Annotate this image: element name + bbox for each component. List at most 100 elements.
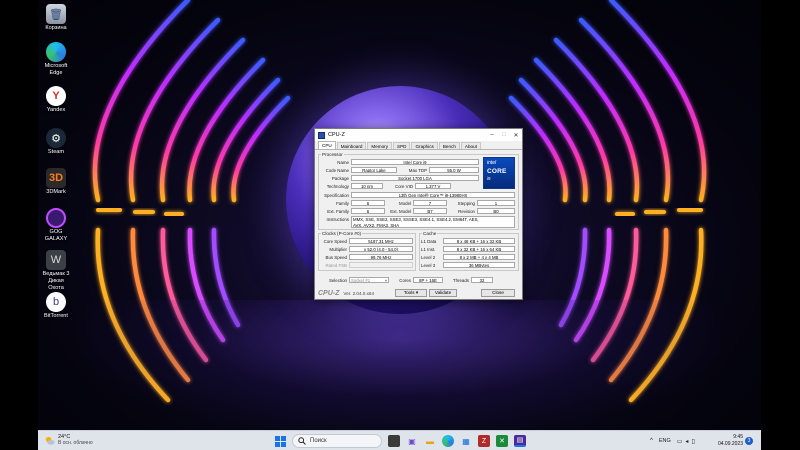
desktop-icon-label: GOG GALAXY xyxy=(44,229,68,242)
desktop-icon-label: Steam xyxy=(47,149,65,155)
start-button[interactable] xyxy=(274,435,286,447)
instructions-label: Instructions xyxy=(326,217,349,222)
clocks-legend: Clocks (P-Core #0) xyxy=(322,231,362,236)
cpuz-app-icon xyxy=(318,131,325,139)
notification-badge[interactable]: 3 xyxy=(745,437,753,445)
weather-desc: В осн. облачно xyxy=(58,440,93,446)
desktop-icon-bittorrent[interactable]: b BitTorrent xyxy=(40,292,72,320)
desktop-icon-witcher[interactable]: W Ведьмак 3 Дикая Охота xyxy=(40,250,72,292)
witcher-icon: W xyxy=(46,250,66,270)
desktop-icon-label: Yandex xyxy=(46,107,66,113)
name-value: Intel Core i9 xyxy=(351,159,479,165)
desktop-icon-steam[interactable]: ⚙ Steam xyxy=(40,128,72,156)
steam-icon: ⚙ xyxy=(46,128,66,148)
revision-value: B0 xyxy=(477,208,515,214)
cpuz-titlebar[interactable]: CPU-Z – □ ✕ xyxy=(315,129,522,141)
taskbar-search[interactable]: Поиск xyxy=(292,434,382,448)
spec-label: Specification xyxy=(324,193,349,198)
desktop-icon-label: Ведьмак 3 Дикая Охота xyxy=(42,271,70,291)
cpuz-footer: CPU-Z Ver. 2.04.0.x64 Tools ▾ Validate C… xyxy=(315,287,522,299)
cores-value: 8P + 16E xyxy=(413,277,443,283)
threads-value: 32 xyxy=(471,277,493,283)
system-tray: ^ ENG ▭ ◂ ▯ xyxy=(650,431,695,450)
desktop-icon-label: BitTorrent xyxy=(44,313,68,319)
tab-memory[interactable]: Memory xyxy=(367,142,393,149)
volume-icon[interactable]: ◂ xyxy=(685,438,688,445)
technology-label: Technology xyxy=(326,184,349,189)
busspeed-label: Bus Speed xyxy=(325,255,347,260)
store-icon[interactable]: ▦ xyxy=(460,435,472,447)
instructions-value: MMX, SSE, SSE2, SSE3, SSSE3, SSE4.1, SSE… xyxy=(351,216,515,228)
desktop-icon-3dmark[interactable]: 3D 3DMark xyxy=(40,168,72,196)
maxtdp-value: 55.0 W xyxy=(429,167,479,173)
tab-spd[interactable]: SPD xyxy=(393,142,411,149)
close-icon[interactable]: ✕ xyxy=(510,132,522,139)
technology-value: 10 nm xyxy=(351,183,383,189)
intel-core-i9-badge: intel CORE i9 xyxy=(483,157,515,189)
validate-button[interactable]: Validate xyxy=(429,289,457,297)
stepping-label: Stepping xyxy=(457,201,475,206)
task-view-icon[interactable] xyxy=(388,435,400,447)
badge-brand: intel xyxy=(487,160,497,166)
level3-value: 36 MBytes xyxy=(443,262,515,268)
extmodel-label: Ext. Model xyxy=(390,209,411,214)
cpuz-running-icon[interactable]: ▤ xyxy=(514,435,526,447)
tab-graphics[interactable]: Graphics xyxy=(411,142,438,149)
chat-icon[interactable]: ▣ xyxy=(406,435,418,447)
tab-about[interactable]: About xyxy=(460,142,481,149)
family-label: Family xyxy=(336,201,349,206)
stepping-value: 1 xyxy=(477,200,515,206)
selection-dropdown[interactable]: Socket #1 ▾ xyxy=(349,277,389,283)
selection-value: Socket #1 xyxy=(351,278,371,283)
desktop-icon-label: Корзина xyxy=(45,25,67,31)
language-indicator[interactable]: ENG xyxy=(659,438,671,444)
desktop-icon-edge[interactable]: Microsoft Edge xyxy=(40,42,72,77)
tab-bench[interactable]: Bench xyxy=(438,142,460,149)
codename-value: Raptor Lake xyxy=(351,167,397,173)
desktop-icon-gog-galaxy[interactable]: GOG GALAXY xyxy=(40,208,72,243)
level3-label: Level 3 xyxy=(421,263,436,268)
battery-icon[interactable]: ▯ xyxy=(691,438,694,445)
chevron-down-icon: ▾ xyxy=(415,290,419,295)
partly-cloudy-icon xyxy=(45,436,55,445)
level2-value: 8 x 2 MB + 4 x 4 MB xyxy=(443,254,515,260)
cpuz-tabs: CPU Mainboard Memory SPD Graphics Bench … xyxy=(315,141,522,150)
tab-cpu[interactable]: CPU xyxy=(318,141,336,149)
edge-taskbar-icon[interactable] xyxy=(442,435,454,447)
l1data-value: 8 x 48 KB + 16 x 32 KB xyxy=(443,238,515,244)
chevron-up-icon[interactable]: ^ xyxy=(650,438,653,444)
l1inst-label: L1 Inst. xyxy=(421,247,436,252)
l1data-label: L1 Data xyxy=(421,239,437,244)
desktop-icon-label: Microsoft Edge xyxy=(44,63,68,76)
cpuz-taskbar-icon[interactable]: Z xyxy=(478,435,490,447)
selection-label: Selection xyxy=(328,278,347,283)
model-label: Model xyxy=(399,201,411,206)
maximize-icon[interactable]: □ xyxy=(498,132,510,138)
windows-icon xyxy=(274,435,286,447)
minimize-icon[interactable]: – xyxy=(486,132,498,138)
l1inst-value: 8 x 32 KB + 16 x 64 KB xyxy=(443,246,515,252)
recycle-bin-icon: 🗑 xyxy=(46,4,66,24)
taskbar-clock[interactable]: 9:45 04.09.2023 xyxy=(705,434,743,448)
tools-button[interactable]: Tools ▾ xyxy=(395,289,427,297)
badge-tier: i9 xyxy=(487,176,491,181)
file-explorer-icon[interactable]: ▬ xyxy=(424,435,436,447)
taskbar: 24°C В осн. облачно Поиск ▣ ▬ ▦ Z ✕ ▤ ^ … xyxy=(38,430,761,450)
package-label: Package xyxy=(331,176,349,181)
weather-widget[interactable]: 24°C В осн. облачно xyxy=(44,434,93,446)
processor-legend: Processor xyxy=(322,152,343,157)
revision-label: Revision xyxy=(458,209,475,214)
close-button[interactable]: Close xyxy=(481,289,515,297)
xbox-icon[interactable]: ✕ xyxy=(496,435,508,447)
corevid-value: 1.377 V xyxy=(415,183,451,189)
desktop-icon-recycle-bin[interactable]: 🗑 Корзина xyxy=(40,4,72,32)
package-value: Socket 1700 LGA xyxy=(351,175,479,181)
tools-label: Tools xyxy=(403,290,415,295)
tab-mainboard[interactable]: Mainboard xyxy=(336,142,367,149)
desktop-icon-yandex[interactable]: Y Yandex xyxy=(40,86,72,114)
cpuz-window[interactable]: CPU-Z – □ ✕ CPU Mainboard Memory SPD Gra… xyxy=(314,128,523,300)
corespeed-label: Core Speed xyxy=(323,239,347,244)
instructions-line-2: AVX, AVX2, FMA3, SHA xyxy=(353,222,400,228)
edge-icon xyxy=(46,42,66,62)
network-icon[interactable]: ▭ xyxy=(677,438,683,445)
